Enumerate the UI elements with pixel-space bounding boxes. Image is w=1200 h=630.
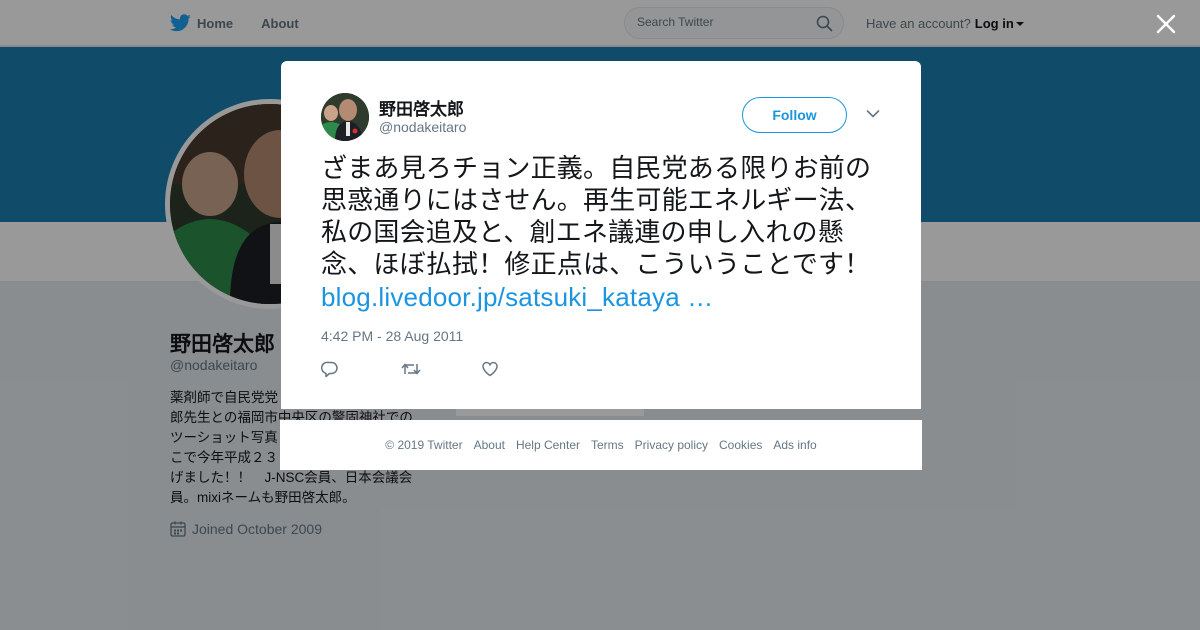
tweet-modal: 野田啓太郎 @nodakeitaro Follow ざまあ見ろチョン正義。自民党…: [281, 61, 921, 409]
follow-button[interactable]: Follow: [742, 97, 847, 133]
tweet-link[interactable]: blog.livedoor.jp/satsuki_kataya …: [321, 282, 714, 312]
footer-link-about[interactable]: About: [474, 438, 505, 452]
retweet-button[interactable]: [401, 359, 481, 379]
heart-icon: [482, 361, 498, 377]
footer: © 2019 Twitter About Help Center Terms P…: [280, 420, 922, 470]
tweet-author-name[interactable]: 野田啓太郎: [379, 95, 464, 120]
reply-icon: [321, 361, 338, 378]
tweet-timestamp[interactable]: 4:42 PM - 28 Aug 2011: [321, 328, 463, 344]
tweet-text: ざまあ見ろチョン正義。自民党ある限りお前の思惑通りにはさせん。再生可能エネルギー…: [321, 153, 891, 314]
retweet-icon: [401, 363, 421, 375]
footer-link-privacy[interactable]: Privacy policy: [635, 438, 708, 452]
reply-button[interactable]: [321, 359, 401, 379]
close-icon[interactable]: [1154, 12, 1178, 36]
footer-link-terms[interactable]: Terms: [591, 438, 624, 452]
like-button[interactable]: [481, 359, 561, 379]
tweet-actions: [321, 359, 561, 379]
footer-link-help-center[interactable]: Help Center: [516, 438, 580, 452]
tweet-author-handle[interactable]: @nodakeitaro: [379, 119, 466, 135]
tweet-author-avatar[interactable]: [321, 93, 369, 141]
tweet-body: ざまあ見ろチョン正義。自民党ある限りお前の思惑通りにはさせん。再生可能エネルギー…: [321, 154, 872, 280]
avatar-photo: [321, 93, 369, 141]
chevron-down-icon[interactable]: [866, 109, 880, 119]
footer-copyright: © 2019 Twitter: [385, 438, 463, 452]
footer-link-ads-info[interactable]: Ads info: [773, 438, 816, 452]
footer-link-cookies[interactable]: Cookies: [719, 438, 762, 452]
